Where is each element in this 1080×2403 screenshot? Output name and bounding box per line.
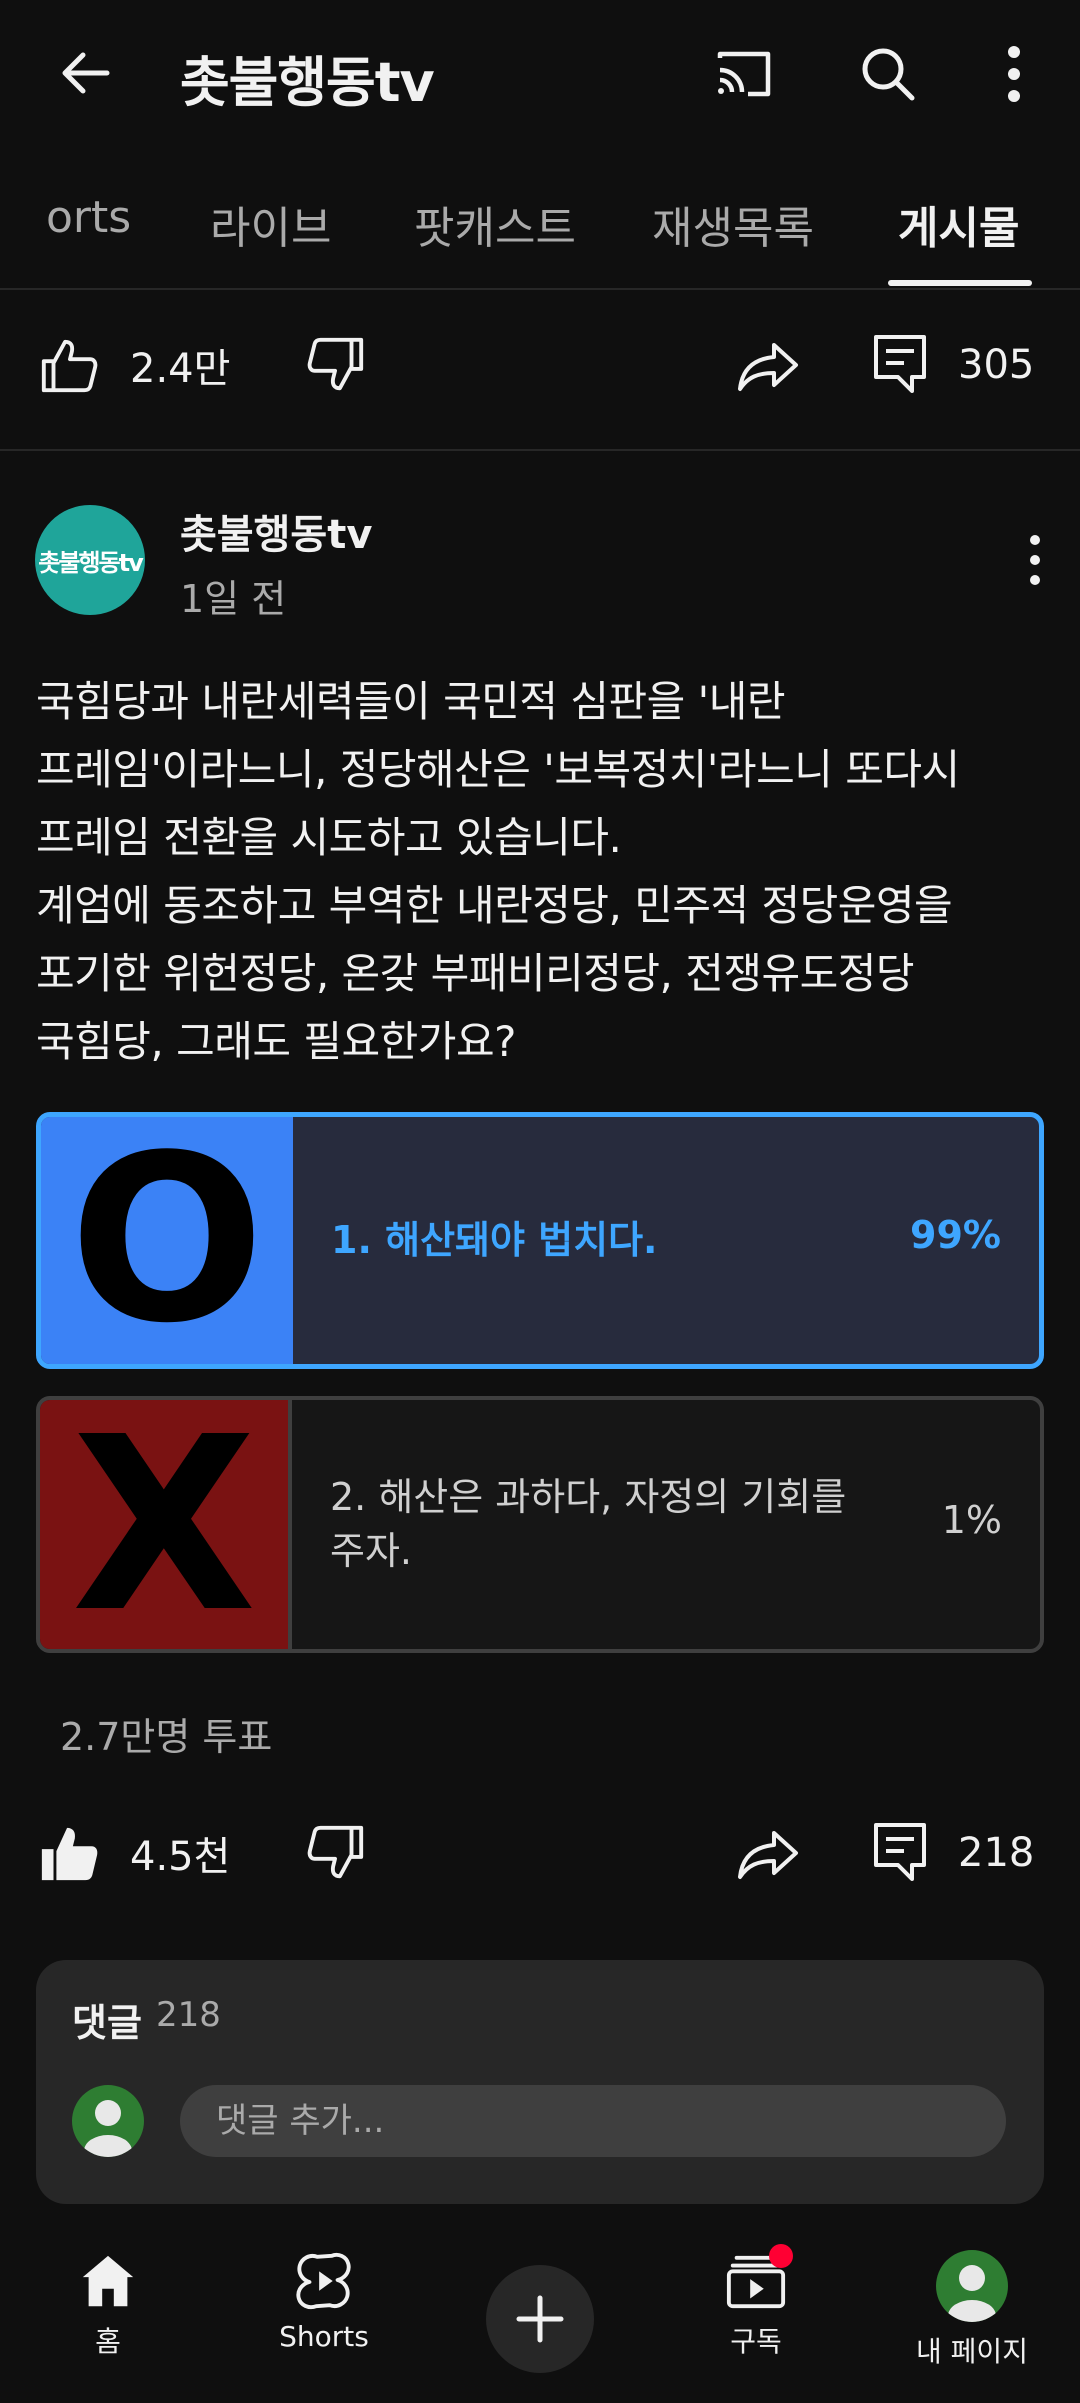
person-icon: [84, 2100, 132, 2157]
x-symbol-icon: X: [71, 1396, 257, 1653]
avatar-logo-text: 촛불행동tv: [38, 548, 143, 577]
poll-option-2-label-line: 주자.: [330, 1529, 412, 1573]
tab-shorts[interactable]: orts: [46, 192, 131, 243]
notification-dot: [769, 2244, 793, 2268]
tab-posts[interactable]: 게시물: [898, 192, 1019, 256]
post-time: 1일 전: [180, 577, 287, 621]
top-app-bar: 촛불행동tv: [0, 0, 1080, 145]
post-line: 포기한 위헌정당, 온갖 부패비리정당, 전쟁유도정당: [36, 949, 915, 998]
share-button[interactable]: [736, 310, 800, 420]
add-comment-input[interactable]: 댓글 추가...: [180, 2085, 1006, 2157]
channel-tabs: orts 라이브 팟캐스트 재생목록 게시물: [0, 170, 1080, 290]
poll-option-1-label: 1. 해산돼야 법치다.: [331, 1218, 658, 1262]
thumb-down-outline-icon: [307, 337, 364, 391]
like-count: 2.4만: [130, 346, 231, 392]
nav-shorts-label: Shorts: [279, 2320, 369, 2353]
profile-avatar: [936, 2250, 1008, 2322]
dislike-button[interactable]: [305, 310, 367, 420]
nav-home-label: 홈: [95, 2325, 121, 2358]
thumb-up-outline-icon: [41, 339, 98, 393]
cast-button[interactable]: [702, 32, 786, 116]
share-icon: [738, 343, 798, 391]
poll-option-2-percent: 1%: [941, 1498, 1002, 1542]
tab-playlists[interactable]: 재생목록: [652, 192, 814, 256]
share-button[interactable]: [736, 1798, 800, 1908]
search-icon: [862, 48, 915, 101]
more-vertical-icon: [1008, 46, 1020, 102]
thumb-up-filled-icon: [41, 1827, 98, 1881]
post-line: 프레임'이라느니, 정당해산은 '보복정치'라느니 또다시: [36, 745, 960, 794]
post-line: 계엄에 동조하고 부역한 내란정당, 민주적 정당운영을: [36, 881, 953, 930]
active-tab-indicator: [888, 280, 1032, 286]
comments-button[interactable]: 305: [872, 310, 1034, 420]
tab-live[interactable]: 라이브: [210, 192, 331, 256]
channel-title: 촛불행동tv: [180, 51, 435, 114]
plus-icon: [516, 2295, 564, 2343]
poll-option-2-label: 2. 해산은 과하다, 자정의 기회를 주자.: [330, 1470, 846, 1578]
thumb-down-outline-icon: [307, 1825, 364, 1879]
nav-subscriptions[interactable]: 구독: [676, 2244, 836, 2400]
poll-option-2-label-line: 2. 해산은 과하다, 자정의 기회를: [330, 1475, 847, 1519]
poll-option-1[interactable]: O 1. 해산돼야 법치다. 99%: [36, 1112, 1044, 1369]
tab-podcasts[interactable]: 팟캐스트: [414, 192, 576, 256]
person-icon: [948, 2265, 996, 2322]
share-icon: [738, 1831, 798, 1879]
back-button[interactable]: [40, 35, 130, 110]
previous-post-actions: 2.4만 305: [0, 310, 1080, 420]
o-symbol-icon: O: [69, 1112, 265, 1369]
poll-option-1-image: O: [41, 1117, 293, 1364]
arrow-left-icon: [62, 52, 110, 93]
post-body: 국힘당과 내란세력들이 국민적 심판을 '내란 프레임'이라느니, 정당해산은 …: [36, 668, 1056, 1076]
more-options-button[interactable]: [972, 32, 1056, 116]
post-menu-button[interactable]: [1005, 525, 1065, 595]
poll-vote-count: 2.7만명 투표: [60, 1715, 273, 1759]
comment-icon: [874, 335, 926, 393]
nav-shorts[interactable]: Shorts: [244, 2250, 404, 2400]
post-author[interactable]: 촛불행동tv: [180, 502, 372, 560]
comment-count: 218: [958, 1830, 1035, 1876]
post-line: 프레임 전환을 시도하고 있습니다.: [36, 813, 622, 862]
user-avatar: [72, 2085, 144, 2157]
nav-subscriptions-label: 구독: [730, 2325, 782, 2358]
like-count: 4.5천: [130, 1834, 231, 1880]
nav-me-label: 내 페이지: [916, 2335, 1028, 2368]
comment-icon: [874, 1823, 926, 1881]
channel-avatar[interactable]: 촛불행동tv: [35, 505, 145, 615]
search-button[interactable]: [846, 32, 930, 116]
comment-count: 305: [958, 342, 1035, 388]
dislike-button[interactable]: [305, 1798, 367, 1908]
comments-button[interactable]: 218: [872, 1798, 1034, 1908]
poll-option-2-image: X: [40, 1400, 292, 1649]
post-line: 국힘당, 그래도 필요한가요?: [36, 1017, 516, 1066]
comments-title: 댓글: [72, 2001, 142, 2045]
like-button[interactable]: 4.5천: [38, 1798, 230, 1908]
cast-icon: [717, 51, 771, 97]
home-icon: [82, 2255, 134, 2307]
subscriptions-icon-wrap: [725, 2244, 793, 2312]
like-button[interactable]: 2.4만: [38, 310, 230, 420]
poll-option-1-percent: 99%: [910, 1213, 1001, 1257]
create-button[interactable]: [486, 2265, 594, 2373]
comments-panel[interactable]: 댓글 218 댓글 추가...: [36, 1960, 1044, 2204]
shorts-icon: [296, 2252, 351, 2310]
nav-home[interactable]: 홈: [28, 2250, 188, 2400]
more-vertical-icon: [1030, 535, 1040, 585]
nav-me[interactable]: 내 페이지: [892, 2250, 1052, 2400]
post-divider: [0, 449, 1080, 451]
poll-option-2[interactable]: X 2. 해산은 과하다, 자정의 기회를 주자. 1%: [36, 1396, 1044, 1653]
post-actions: 4.5천 218: [0, 1798, 1080, 1908]
post-line: 국힘당과 내란세력들이 국민적 심판을 '내란: [36, 677, 785, 726]
bottom-navigation: 홈 Shorts 구독 내 페이지: [0, 2240, 1080, 2403]
comments-count: 218: [156, 1995, 221, 2035]
